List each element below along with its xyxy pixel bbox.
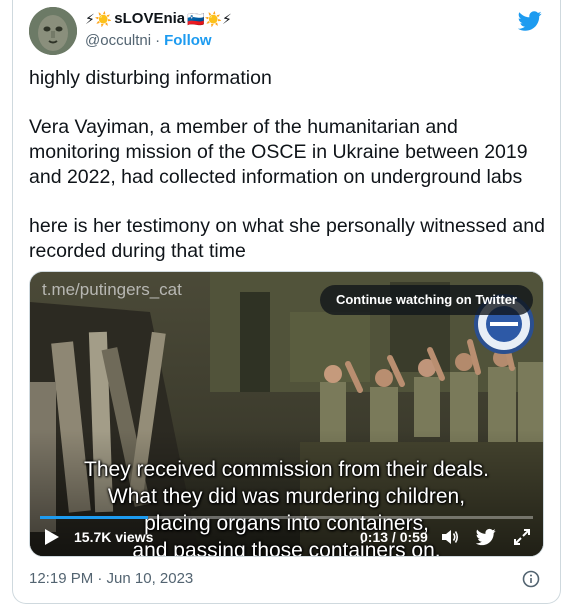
avatar[interactable]: [29, 7, 77, 55]
time-current: 0:13: [360, 529, 389, 545]
subtitle-line: What they did was murdering children,: [107, 485, 466, 508]
progress-fill: [40, 516, 149, 519]
twitter-bird-small-icon[interactable]: [476, 527, 496, 547]
avatar-image: [29, 7, 77, 55]
tweet-header: ⚡☀️ sLOVEnia 🇸🇮☀️⚡ @occultni · Follow: [29, 7, 544, 55]
display-name-text: sLOVEnia: [114, 10, 186, 27]
time-total: 0:59: [399, 529, 428, 545]
tweet-card: ⚡☀️ sLOVEnia 🇸🇮☀️⚡ @occultni · Follow high…: [12, 0, 561, 604]
volume-icon[interactable]: [440, 527, 460, 547]
time-separator: /: [391, 529, 396, 545]
follow-button[interactable]: Follow: [164, 32, 212, 49]
name-emojis-left: ⚡☀️: [85, 11, 113, 27]
video-player[interactable]: t.me/putingers_cat Continue watching on …: [29, 271, 544, 557]
subtitle-line: They received commission from their deal…: [84, 458, 489, 481]
handle-separator: ·: [155, 32, 161, 49]
name-emojis-right: 🇸🇮☀️⚡: [187, 11, 232, 27]
info-icon[interactable]: [522, 570, 540, 588]
tweet-paragraph: highly disturbing information: [29, 67, 272, 89]
play-icon[interactable]: [44, 528, 60, 546]
video-controls: 15.7K views 0:13 / 0:59: [30, 516, 543, 556]
tweet-footer: 12:19 PM · Jun 10, 2023: [29, 568, 544, 590]
video-time: 0:13 / 0:59: [360, 529, 428, 545]
video-watermark: t.me/putingers_cat: [42, 280, 182, 299]
view-count: 15.7K views: [74, 529, 154, 545]
tweet-paragraph: Vera Vayiman, a member of the humanitari…: [29, 116, 528, 188]
tweet-paragraph: here is her testimony on what she person…: [29, 215, 545, 262]
progress-bar[interactable]: [40, 516, 533, 519]
twitter-bird-icon[interactable]: [518, 9, 542, 33]
handle-row: @occultni · Follow: [85, 31, 232, 51]
continue-watching-button[interactable]: Continue watching on Twitter: [319, 285, 533, 315]
fullscreen-icon[interactable]: [512, 527, 532, 547]
tweet-text: highly disturbing information Vera Vayim…: [29, 66, 549, 264]
author-names: ⚡☀️ sLOVEnia 🇸🇮☀️⚡ @occultni · Follow: [85, 9, 232, 51]
tweet-timestamp[interactable]: 12:19 PM · Jun 10, 2023: [29, 570, 193, 587]
display-name[interactable]: ⚡☀️ sLOVEnia 🇸🇮☀️⚡: [85, 9, 232, 29]
handle[interactable]: @occultni: [85, 32, 151, 49]
